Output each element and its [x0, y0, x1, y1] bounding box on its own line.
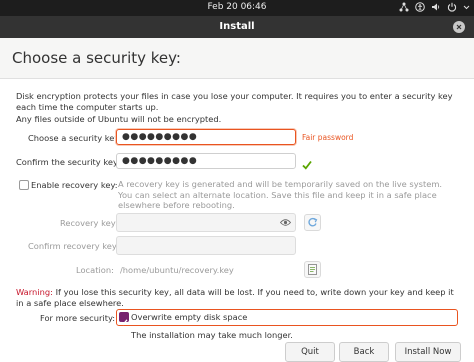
warning-prefix: Warning:: [16, 287, 53, 297]
warning-text: Warning: If you lose this security key, …: [16, 287, 456, 308]
confirm-key-input[interactable]: ●●●●●●●●●: [116, 153, 296, 169]
close-icon: [456, 24, 462, 30]
window-title-bar: Install: [0, 16, 474, 38]
document-icon: [308, 264, 317, 275]
accessibility-icon: [415, 1, 425, 15]
recovery-key-label: Recovery key:: [60, 218, 118, 228]
more-security-label: For more security:: [40, 313, 116, 323]
location-path: /home/ubuntu/recovery.key: [120, 265, 234, 275]
power-icon: [447, 2, 457, 15]
intro-note: Any files outside of Ubuntu will not be …: [16, 114, 222, 124]
overwrite-checkbox[interactable]: [119, 312, 129, 326]
system-tray[interactable]: [399, 1, 470, 15]
recovery-key-input[interactable]: [116, 213, 296, 232]
network-icon: [399, 2, 409, 15]
check-icon: [120, 319, 128, 326]
security-key-value: ●●●●●●●●●: [122, 132, 198, 142]
password-strength: Fair password: [302, 133, 354, 142]
enable-recovery-checkbox[interactable]: [19, 180, 29, 190]
show-password-icon[interactable]: [279, 217, 292, 231]
confirm-key-label: Confirm the security key:: [16, 157, 121, 167]
refresh-icon: [308, 217, 318, 227]
confirm-recovery-label: Confirm recovery key:: [28, 241, 119, 251]
recovery-description: A recovery key is generated and will be …: [118, 179, 443, 210]
volume-icon: [431, 2, 441, 15]
overwrite-option[interactable]: Overwrite empty disk space: [116, 309, 458, 326]
system-top-bar: Feb 20 06:46: [0, 0, 474, 16]
overwrite-note: The installation may take much longer.: [131, 330, 293, 340]
back-button[interactable]: Back: [339, 342, 389, 362]
confirm-recovery-input[interactable]: [116, 236, 296, 255]
chevron-down-icon: [463, 2, 470, 15]
security-key-input[interactable]: ●●●●●●●●●: [116, 129, 296, 145]
page-header: Choose a security key:: [0, 38, 474, 79]
enable-recovery-label[interactable]: Enable recovery key:: [31, 180, 118, 190]
checkmark-icon: [302, 155, 312, 174]
choose-location-button[interactable]: [304, 261, 321, 278]
overwrite-label: Overwrite empty disk space: [131, 312, 248, 322]
page-title: Choose a security key:: [12, 49, 181, 67]
close-button[interactable]: [453, 21, 465, 33]
intro-text: Disk encryption protects your files in c…: [16, 91, 453, 112]
warning-message: If you lose this security key, all data …: [16, 287, 454, 308]
window-title: Install: [219, 21, 255, 32]
choose-key-label: Choose a security key:: [28, 133, 122, 143]
regenerate-key-button[interactable]: [304, 214, 321, 231]
location-label: Location:: [76, 265, 114, 275]
quit-button[interactable]: Quit: [285, 342, 335, 362]
confirm-key-value: ●●●●●●●●●: [122, 156, 198, 166]
install-now-button[interactable]: Install Now: [395, 342, 461, 362]
